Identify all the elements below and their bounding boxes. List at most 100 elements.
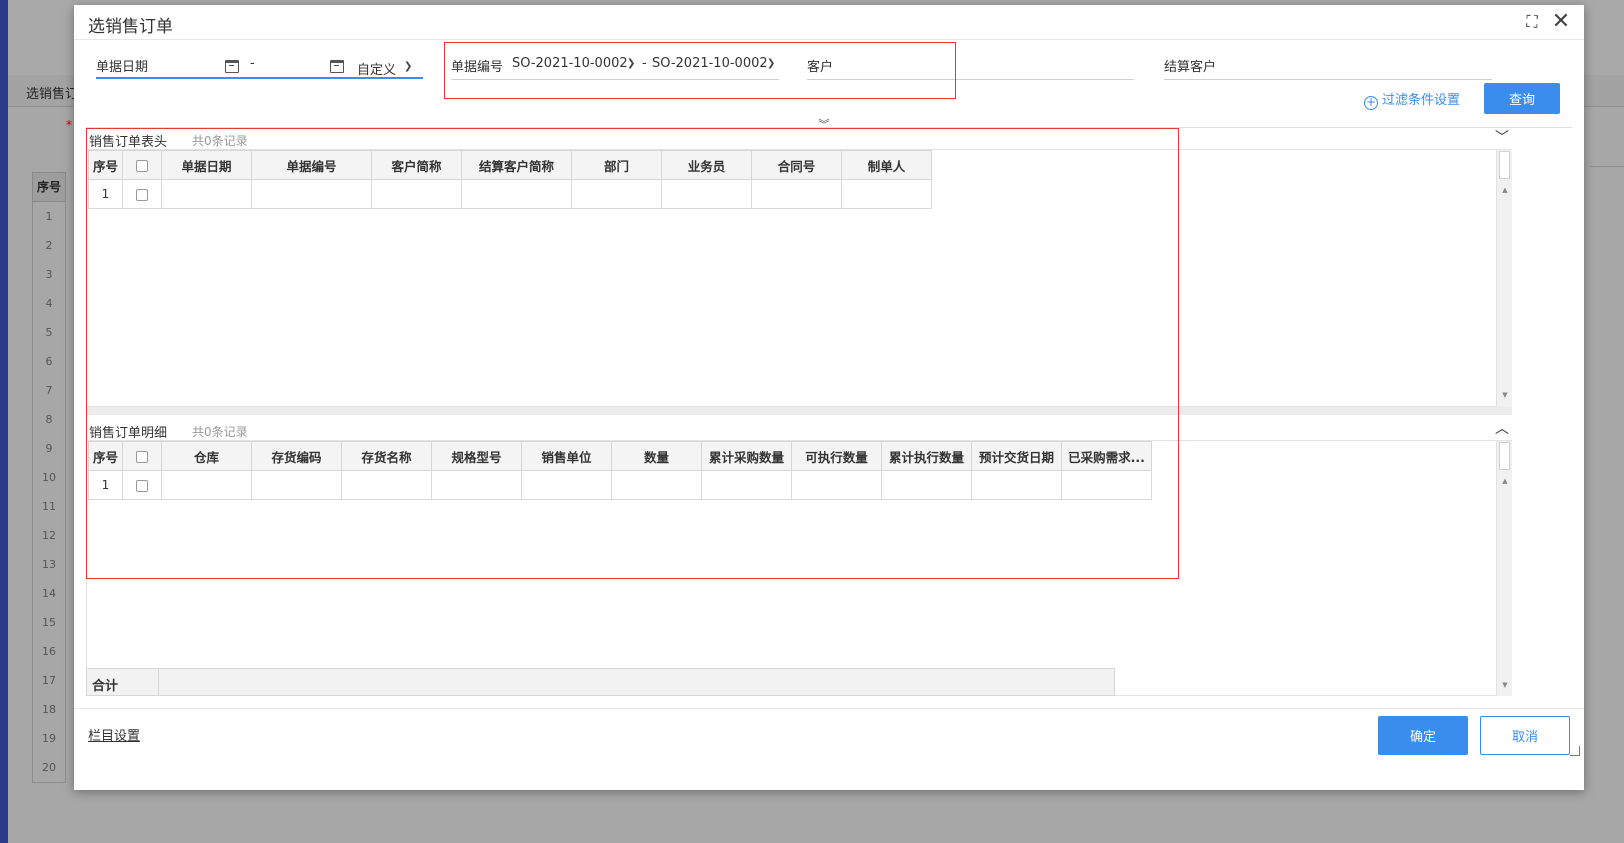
background-tab: 选销售订 [26, 87, 79, 102]
row-checkbox[interactable] [136, 188, 148, 201]
table-cell[interactable] [161, 470, 252, 500]
row-number: 1 [88, 179, 123, 209]
bill-no-to-select[interactable]: SO-2021-10-0002 [652, 56, 768, 71]
column-header[interactable]: 数量 [611, 441, 702, 471]
table-cell[interactable] [751, 179, 842, 209]
background-row-number: 1 [32, 202, 66, 232]
column-header[interactable]: 仓库 [161, 441, 252, 471]
scroll-up-icon[interactable]: ▲ [1497, 477, 1513, 485]
row-checkbox-cell [122, 179, 162, 209]
column-header[interactable]: 序号 [88, 441, 123, 471]
table-cell[interactable] [161, 179, 252, 209]
query-button[interactable]: 查询 [1484, 83, 1560, 114]
column-header[interactable]: 合同号 [751, 150, 842, 180]
header-grid-scrollbar[interactable]: ▲ ▼ [1496, 150, 1512, 407]
background-row-number: 6 [32, 347, 66, 377]
section-splitter[interactable] [86, 407, 1512, 415]
column-header[interactable]: 销售单位 [521, 441, 612, 471]
scroll-thumb[interactable] [1499, 151, 1510, 179]
filter-divider [86, 127, 1572, 128]
column-header[interactable]: 累计采购数量 [701, 441, 792, 471]
column-header[interactable]: 累计执行数量 [881, 441, 972, 471]
chevron-down-icon[interactable]: ❯ [404, 61, 412, 72]
background-grid-header: 序号 [32, 172, 66, 202]
column-header[interactable]: 存货名称 [341, 441, 432, 471]
table-row[interactable]: 1 [88, 470, 1152, 500]
footer-divider [74, 708, 1584, 709]
date-separator: - [250, 56, 255, 71]
table-cell[interactable] [251, 470, 342, 500]
table-cell[interactable] [571, 179, 662, 209]
scroll-thumb[interactable] [1499, 442, 1510, 470]
table-cell[interactable] [881, 470, 972, 500]
detail-grid: 序号 仓库 存货编码 存货名称 规格型号 销售单位 数量 累计采购数量 可执行数量 累计执行数量预… [86, 440, 1512, 696]
settle-customer-label[interactable]: 结算客户 [1164, 56, 1216, 75]
table-cell[interactable] [251, 179, 372, 209]
column-header[interactable]: 已采购需求... [1061, 441, 1152, 471]
column-header[interactable]: 业务员 [661, 150, 752, 180]
table-cell[interactable] [791, 470, 882, 500]
background-row-number: 12 [32, 521, 66, 551]
chevron-up-icon[interactable]: ︿ [1495, 418, 1509, 438]
bill-no-underline [451, 79, 779, 80]
select-all-checkbox[interactable] [136, 451, 148, 463]
column-header[interactable]: 结算客户简称 [461, 150, 572, 180]
table-cell[interactable] [611, 470, 702, 500]
column-header[interactable]: 规格型号 [431, 441, 522, 471]
filter-settings-label: 过滤条件设置 [1382, 93, 1461, 108]
detail-grid-scrollbar[interactable]: ▲ ▼ [1496, 441, 1512, 696]
table-cell[interactable] [431, 470, 522, 500]
table-cell[interactable] [341, 470, 432, 500]
background-row-number: 11 [32, 492, 66, 522]
background-right-panel [1590, 107, 1624, 167]
resize-handle[interactable] [1570, 746, 1580, 756]
cancel-button[interactable]: 取消 [1480, 716, 1570, 755]
maximize-icon[interactable]: ⛶ [1524, 14, 1540, 30]
table-row[interactable]: 1 [88, 179, 932, 209]
background-row-number: 13 [32, 550, 66, 580]
table-cell[interactable] [1061, 470, 1152, 500]
chevron-down-icon[interactable]: ﹀ [1495, 127, 1509, 147]
close-icon[interactable]: ✕ [1550, 11, 1572, 33]
column-header[interactable]: 单据编号 [251, 150, 372, 180]
scroll-down-icon[interactable]: ▼ [1497, 681, 1513, 689]
column-header[interactable]: 可执行数量 [791, 441, 882, 471]
column-header[interactable]: 制单人 [841, 150, 932, 180]
table-cell[interactable] [521, 470, 612, 500]
header-section-count: 共0条记录 [192, 134, 248, 148]
column-header[interactable]: 客户简称 [371, 150, 462, 180]
calendar-icon-end[interactable] [330, 60, 344, 73]
table-cell[interactable] [701, 470, 792, 500]
column-header[interactable]: 预计交货日期 [971, 441, 1062, 471]
chevron-down-icon[interactable]: ❯ [627, 58, 635, 69]
total-row: 合计 [86, 668, 1115, 696]
table-cell[interactable] [661, 179, 752, 209]
date-mode-select[interactable]: 自定义 [357, 59, 396, 78]
table-cell[interactable] [461, 179, 572, 209]
table-cell[interactable] [841, 179, 932, 209]
chevron-down-icon[interactable]: ❯ [767, 58, 775, 69]
calendar-icon-start[interactable] [225, 60, 239, 73]
customer-label[interactable]: 客户 [807, 56, 833, 75]
column-header[interactable]: 序号 [88, 150, 123, 180]
date-field-underline [96, 77, 423, 79]
column-header[interactable]: 存货编码 [251, 441, 342, 471]
column-settings-link[interactable]: 栏目设置 [88, 725, 140, 744]
ok-button[interactable]: 确定 [1378, 716, 1468, 755]
background-row-number: 3 [32, 260, 66, 290]
header-section-title: 销售订单表头 [89, 135, 168, 150]
table-cell[interactable] [371, 179, 462, 209]
header-row: 序号 仓库 存货编码 存货名称 规格型号 销售单位 数量 累计采购数量 可执行数量 累计执行数量预… [88, 441, 1152, 471]
filter-settings-link[interactable]: + 过滤条件设置 [1364, 89, 1460, 110]
table-cell[interactable] [971, 470, 1062, 500]
row-checkbox[interactable] [136, 479, 148, 492]
scroll-down-icon[interactable]: ▼ [1497, 391, 1513, 399]
background-row-number: 2 [32, 231, 66, 261]
header-row: 序号 单据日期 单据编号 客户简称 结算客户简称 部门 业务员 合同号 制单人 [88, 150, 932, 180]
column-header[interactable]: 部门 [571, 150, 662, 180]
column-header[interactable]: 单据日期 [161, 150, 252, 180]
header-table: 序号 单据日期 单据编号 客户简称 结算客户简称 部门 业务员 合同号 制单人 1 [88, 150, 932, 209]
select-all-checkbox[interactable] [136, 160, 148, 172]
scroll-up-icon[interactable]: ▲ [1497, 186, 1513, 194]
bill-no-from-select[interactable]: SO-2021-10-0002 [512, 56, 628, 71]
